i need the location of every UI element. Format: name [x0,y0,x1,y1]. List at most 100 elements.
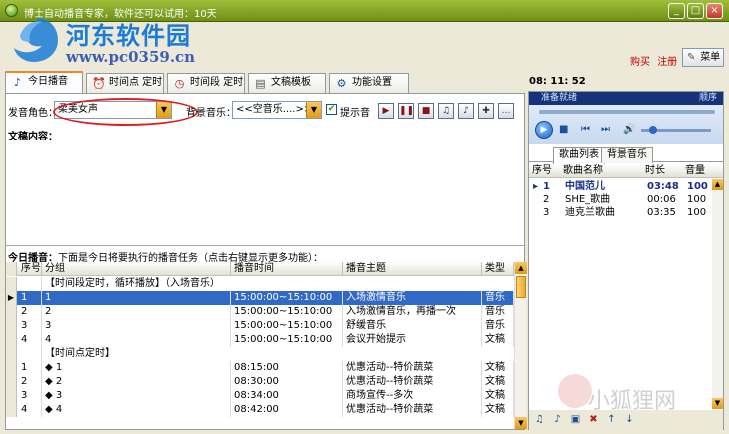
watermark-logo-icon [558,374,592,408]
tab-time-point[interactable]: ⏰ 时间点 定时 [86,73,164,93]
add-music-icon[interactable]: ♪ [550,412,565,427]
row-marker [6,319,17,333]
chat-bubble-icon[interactable]: … [498,103,514,119]
chevron-down-icon[interactable]: ▼ [306,102,321,118]
scroll-down-icon[interactable]: ▼ [515,417,527,429]
table-group-row[interactable]: 【时间段定时，循环播放】（入场音乐） [6,277,514,291]
scroll-down-icon[interactable]: ▼ [712,398,723,409]
table-cell: 1 [42,291,231,305]
header-links: 购买 注册 [630,53,677,68]
table-cell: 08:34:00 [231,389,343,403]
minimize-button[interactable]: _ [668,3,685,19]
table-cell: 15:00:00~15:10:00 [231,291,343,305]
maximize-button[interactable]: □ [687,3,704,19]
next-icon[interactable]: ⏭ [601,124,610,135]
table-cell: 文稿 [482,403,514,417]
document-icon: ▤ [255,77,266,90]
row-marker [6,375,17,389]
seek-bar[interactable] [539,110,715,114]
song-no: 1 [543,181,550,192]
table-cell: 音乐 [482,319,514,333]
new-document-icon[interactable]: ✚ [478,103,494,119]
logo-url: www.pc0359.cn [66,48,196,66]
table-cell: 音乐 [482,305,514,319]
row-marker [6,347,17,361]
table-group-row[interactable]: 【时间点定时】 [6,347,514,361]
pause-icon[interactable]: ❚❚ [398,103,414,119]
table-cell: 4 [42,333,231,347]
song-duration: 00:06 [647,194,676,205]
volume-knob[interactable] [649,126,657,134]
stop-icon[interactable]: ■ [418,103,434,119]
table-row[interactable]: 4 ◆ 4 08:42:00 优惠活动--特价蔬菜 文稿 [6,403,514,417]
register-link[interactable]: 注册 [657,57,677,68]
table-cell: 15:00:00~15:10:00 [231,319,343,333]
bgm-value: <<空音乐....>> [236,104,313,115]
row-header-corner [6,262,17,276]
table-cell: ◆ 4 [42,403,231,417]
list-item[interactable]: 2 SHE_歌曲 00:06 100 [529,193,723,206]
close-button[interactable]: × [706,3,723,19]
table-cell: ◆ 1 [42,361,231,375]
table-row[interactable]: 1 ◆ 1 08:15:00 优惠活动--特价蔬菜 文稿 [6,361,514,375]
table-row[interactable]: ▶ 1 1 15:00:00~15:10:00 入场激情音乐 音乐 [6,291,514,305]
buy-link[interactable]: 购买 [630,57,650,68]
divider [6,245,524,246]
row-marker [6,277,17,291]
tab-today[interactable]: ♪ 今日播音 [5,71,83,94]
music-note-icon[interactable]: ♫ [438,103,454,119]
column-header[interactable]: 播音主题 [343,262,482,276]
play-mode[interactable]: 顺序 [699,92,717,105]
play-icon[interactable]: ▶ [535,121,553,139]
table-cell: 商场宣传--多次 [343,389,482,403]
edit-icon: ✎ [687,52,696,63]
stop-icon[interactable]: ■ [559,124,568,135]
column-header[interactable]: 时长 [645,164,681,178]
table-cell: 文稿 [482,389,514,403]
speech-icon[interactable]: ♪ [458,103,474,119]
schedule-table: 序号 分组 播音时间 播音主题 类型 【时间段定时，循环播放】（入场音乐） ▶ … [6,262,514,429]
table-cell: 文稿 [482,375,514,389]
column-header[interactable]: 播音时间 [231,262,343,276]
table-row[interactable]: 2 ◆ 2 08:30:00 优惠活动--特价蔬菜 文稿 [6,375,514,389]
column-header[interactable]: 歌曲名称 [563,164,643,178]
table-cell: 2 [42,305,231,319]
tab-time-range[interactable]: ◷ 时间段 定时 [167,73,245,93]
scroll-up-icon[interactable]: ▲ [712,179,723,190]
tab-label: 功能设置 [352,77,392,88]
logo-name: 河东软件园 [66,21,191,50]
previous-icon[interactable]: ⏮ [581,124,590,135]
column-header[interactable]: 序号 [18,262,42,276]
scroll-up-icon[interactable]: ▲ [515,262,527,274]
tab-background-music[interactable]: 背景音乐 [601,147,653,163]
column-header[interactable]: 类型 [482,262,514,276]
table-row[interactable]: 2 2 15:00:00~15:10:00 入场激情音乐，再播一次 音乐 [6,305,514,319]
song-list-scrollbar[interactable]: ▲ ▼ [712,179,723,409]
song-duration: 03:35 [647,207,676,218]
table-row[interactable]: 3 ◆ 3 08:34:00 商场宣传--多次 文稿 [6,389,514,403]
scroll-thumb[interactable] [516,276,526,298]
bgm-select[interactable]: <<空音乐....>> ▼ [232,101,322,119]
table-row[interactable]: 4 4 15:00:00~15:10:00 会议开始提示 文稿 [6,333,514,347]
content-textarea[interactable] [6,140,524,245]
folder-icon[interactable]: ▣ [568,412,583,427]
list-item[interactable]: ▸ 1 中国范儿 03:48 100 [529,180,723,193]
prompt-checkbox[interactable]: ✔ [326,104,337,115]
table-cell: 4 [18,403,42,417]
list-item[interactable]: 3 迪克兰歌曲 03:35 100 [529,206,723,219]
menu-button[interactable]: ✎ 菜单 [682,48,724,67]
tab-templates[interactable]: ▤ 文稿模板 [248,73,326,93]
play-icon[interactable]: ▶ [378,103,394,119]
bgm-label: 背景音乐： [186,108,236,119]
volume-icon[interactable]: 🔊 [623,124,635,135]
table-scrollbar[interactable]: ▲ ▼ [514,262,527,429]
column-header[interactable]: 序号 [532,164,558,178]
column-header[interactable]: 分组 [42,262,231,276]
add-song-icon[interactable]: ♫ [532,412,547,427]
tab-song-list[interactable]: 歌曲列表 [553,147,605,164]
column-header[interactable]: 音量 [685,164,715,178]
song-name: SHE_歌曲 [565,194,611,205]
table-cell: 08:15:00 [231,361,343,375]
tab-settings[interactable]: ⚙ 功能设置 [329,73,409,93]
table-row[interactable]: 3 3 15:00:00~15:10:00 舒缓音乐 音乐 [6,319,514,333]
